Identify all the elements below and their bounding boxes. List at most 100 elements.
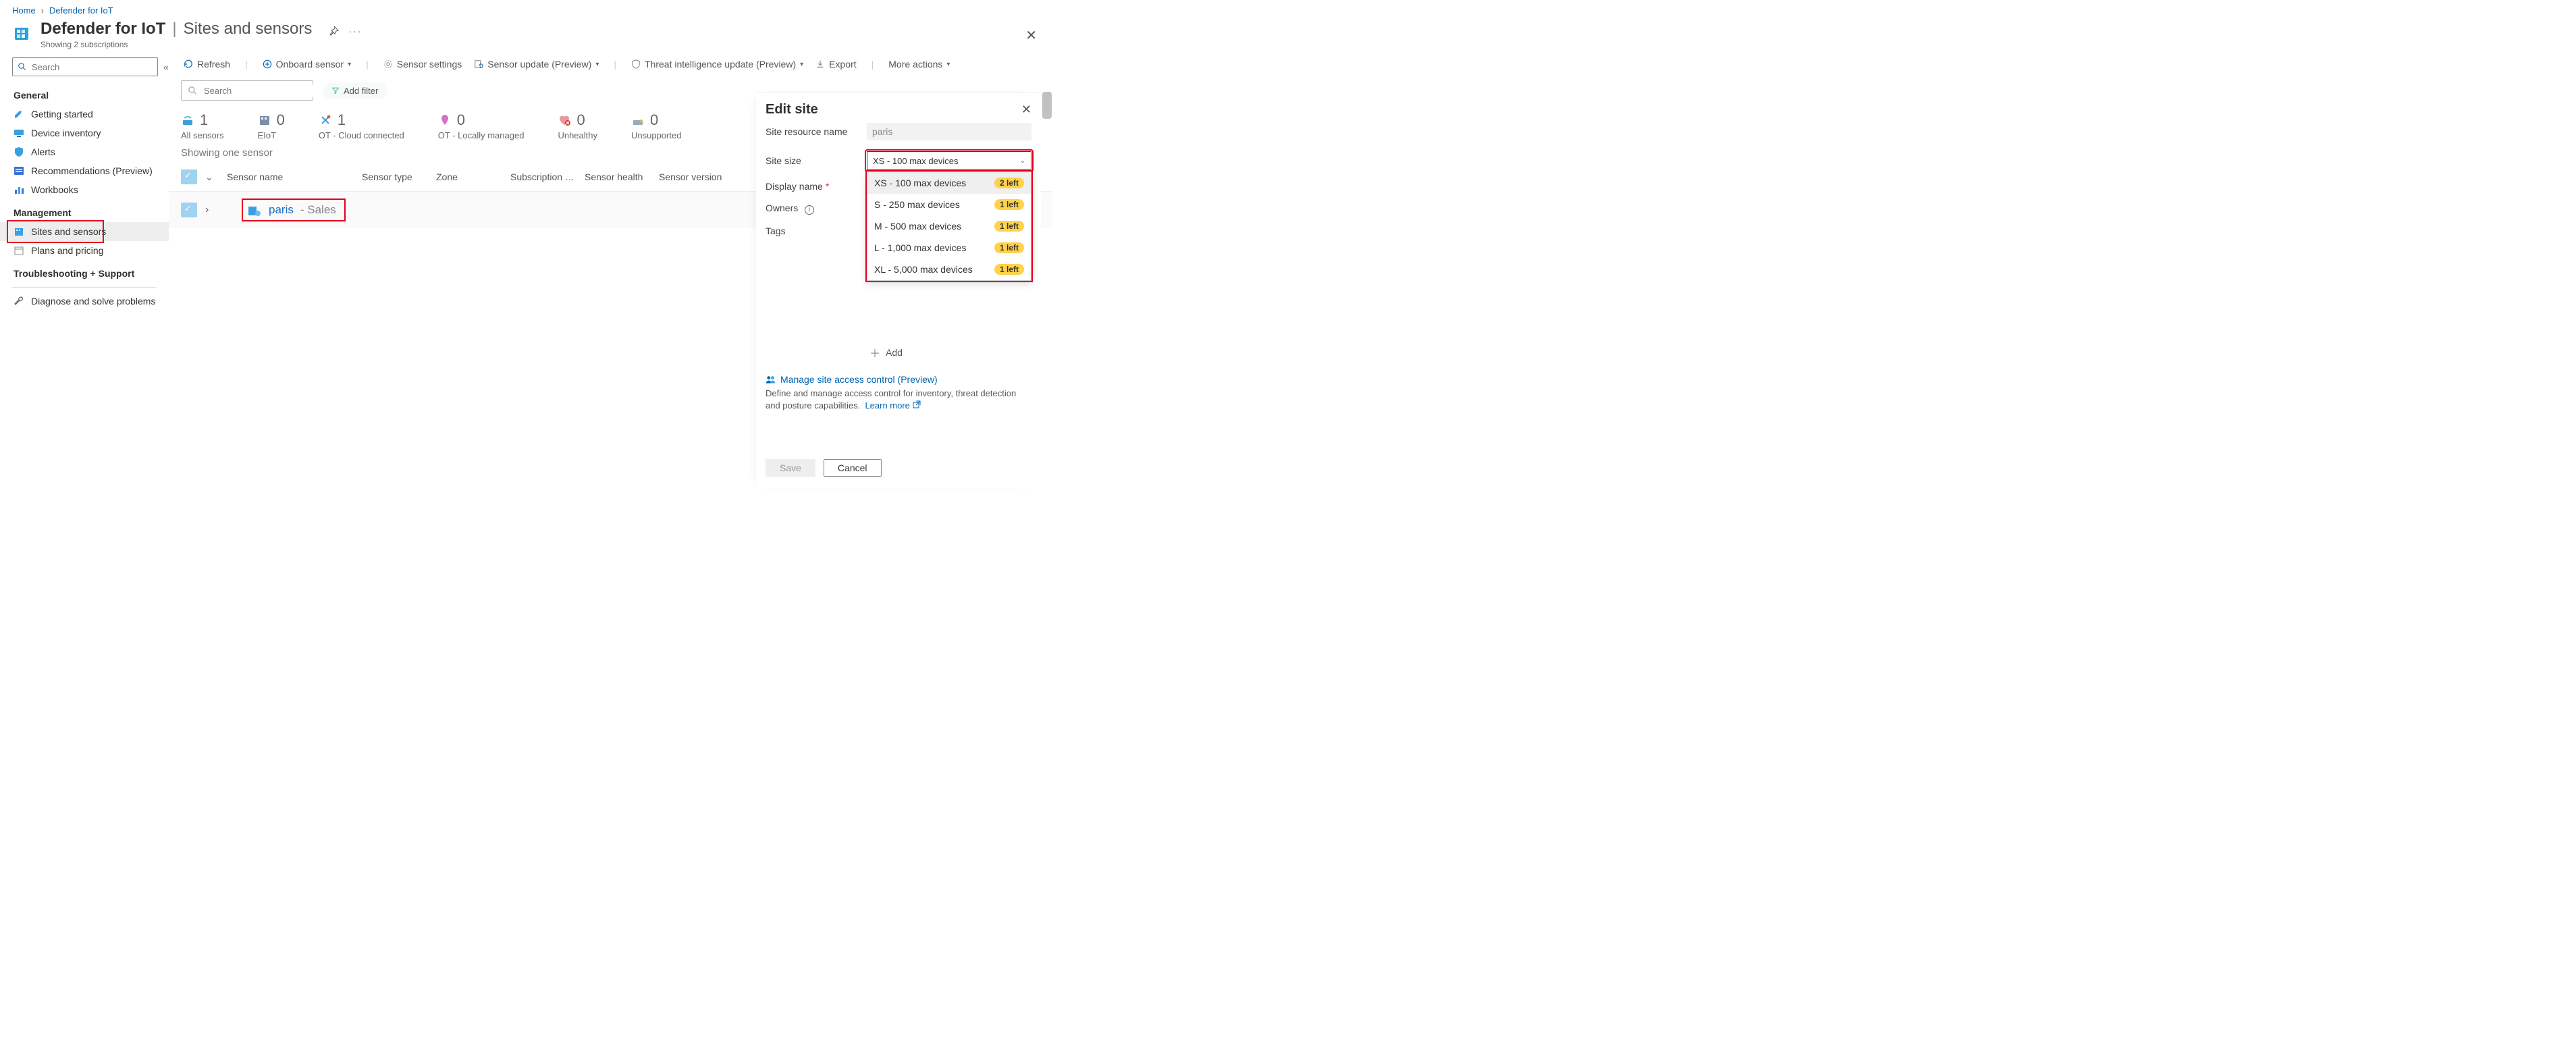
stat-all-sensors[interactable]: 1 All sensors xyxy=(181,111,224,140)
chevron-down-icon: ▾ xyxy=(595,61,599,68)
breadcrumb-home[interactable]: Home xyxy=(12,5,36,16)
sidebar-item-recommendations[interactable]: Recommendations (Preview) xyxy=(0,161,169,180)
add-label: Add xyxy=(886,347,903,358)
chevron-down-icon[interactable]: ⌄ xyxy=(205,171,220,183)
chevron-right-icon: › xyxy=(41,5,44,16)
chevron-right-icon[interactable]: › xyxy=(205,204,220,216)
close-icon[interactable]: ✕ xyxy=(1021,103,1031,117)
list-icon xyxy=(14,165,24,176)
sidebar-search-input[interactable] xyxy=(30,61,152,73)
divider: | xyxy=(866,59,880,70)
scrollbar-thumb[interactable] xyxy=(1042,92,1052,119)
breadcrumb-current[interactable]: Defender for IoT xyxy=(49,5,113,16)
close-icon[interactable]: ✕ xyxy=(1025,27,1037,44)
chevron-down-icon: ▾ xyxy=(800,61,803,68)
option-label: L - 1,000 max devices xyxy=(874,242,966,253)
column-sensor-type[interactable]: Sensor type xyxy=(362,171,436,182)
sidebar-item-diagnose[interactable]: Diagnose and solve problems xyxy=(0,292,169,311)
stat-value: 0 xyxy=(650,111,658,129)
external-link-icon xyxy=(913,400,921,408)
sidebar-item-plans-pricing[interactable]: Plans and pricing xyxy=(0,241,169,260)
save-button[interactable]: Save xyxy=(766,459,815,477)
manage-access-link[interactable]: Manage site access control (Preview) xyxy=(766,374,1031,385)
sidebar-item-alerts[interactable]: Alerts xyxy=(0,142,169,161)
main-search-input[interactable] xyxy=(203,85,324,97)
add-tag-button[interactable]: ＋ Add xyxy=(869,342,1031,363)
label-display-name: Display name* xyxy=(766,181,867,192)
column-zone[interactable]: Zone xyxy=(436,171,510,182)
option-badge: 1 left xyxy=(994,199,1024,210)
site-name-cell[interactable]: paris - Sales xyxy=(243,200,344,220)
sidebar-item-workbooks[interactable]: Workbooks xyxy=(0,180,169,199)
search-icon xyxy=(18,63,26,71)
sidebar-item-label: Recommendations (Preview) xyxy=(31,165,153,176)
stat-unhealthy[interactable]: 0 Unhealthy xyxy=(558,111,597,140)
device-icon xyxy=(14,128,24,138)
required-marker: * xyxy=(826,181,829,192)
learn-more-link[interactable]: Learn more xyxy=(865,400,909,410)
site-size-select[interactable]: XS - 100 max devices ⌄ xyxy=(867,151,1031,170)
divider: | xyxy=(360,59,374,70)
calendar-icon xyxy=(14,245,24,256)
site-subname: - Sales xyxy=(300,203,336,217)
toolbar-label: Export xyxy=(829,59,856,70)
toolbar-label: More actions xyxy=(888,59,942,70)
size-option-xs[interactable]: XS - 100 max devices 2 left xyxy=(867,172,1031,194)
stat-eiot[interactable]: 0 EIoT xyxy=(258,111,285,140)
chevron-down-icon: ⌄ xyxy=(1020,157,1025,165)
sensor-update-button[interactable]: Sensor update (Preview) ▾ xyxy=(471,57,601,71)
column-subscription[interactable]: Subscription … xyxy=(510,171,585,182)
access-description: Define and manage access control for inv… xyxy=(766,388,1031,412)
refresh-button[interactable]: Refresh xyxy=(181,57,233,71)
page-refresh-icon xyxy=(474,59,483,69)
chevron-down-icon: ▾ xyxy=(946,61,950,68)
onboard-sensor-button[interactable]: Onboard sensor ▾ xyxy=(260,57,354,71)
sidebar-item-device-inventory[interactable]: Device inventory xyxy=(0,124,169,142)
info-icon[interactable]: i xyxy=(805,205,814,215)
column-sensor-name[interactable]: Sensor name xyxy=(227,171,362,182)
people-icon xyxy=(766,375,776,384)
sensor-settings-button[interactable]: Sensor settings xyxy=(381,57,465,71)
size-option-s[interactable]: S - 250 max devices 1 left xyxy=(867,194,1031,215)
sidebar-item-label: Device inventory xyxy=(31,128,101,138)
ti-update-button[interactable]: Threat intelligence update (Preview) ▾ xyxy=(628,57,806,71)
site-icon xyxy=(247,203,262,217)
stat-value: 0 xyxy=(576,111,585,129)
collapse-sidebar-icon[interactable]: « xyxy=(163,61,169,72)
site-size-dropdown: XS - 100 max devices 2 left S - 250 max … xyxy=(867,171,1031,281)
stat-ot-local[interactable]: 0 OT - Locally managed xyxy=(438,111,525,140)
search-icon xyxy=(188,86,197,95)
column-health[interactable]: Sensor health xyxy=(585,171,659,182)
rocket-icon xyxy=(14,109,24,120)
select-all-checkbox[interactable] xyxy=(181,169,197,184)
size-option-l[interactable]: L - 1,000 max devices 1 left xyxy=(867,237,1031,259)
access-link-label[interactable]: Manage site access control (Preview) xyxy=(780,374,938,385)
export-button[interactable]: Export xyxy=(813,57,859,71)
stat-value: 0 xyxy=(457,111,465,129)
row-checkbox[interactable] xyxy=(181,203,197,217)
toolbar: Refresh | Onboard sensor ▾ | Sensor sett… xyxy=(169,52,1052,76)
sidebar-search[interactable] xyxy=(12,57,158,76)
more-icon[interactable]: ··· xyxy=(348,26,362,36)
resource-name-field: paris xyxy=(867,123,1031,140)
option-badge: 2 left xyxy=(994,178,1024,188)
stat-ot-cloud[interactable]: 1 OT - Cloud connected xyxy=(319,111,404,140)
more-actions-button[interactable]: More actions ▾ xyxy=(886,57,952,71)
option-label: XS - 100 max devices xyxy=(874,178,966,188)
cancel-button[interactable]: Cancel xyxy=(824,459,882,477)
main-search[interactable] xyxy=(181,80,313,101)
page-subtext: Showing 2 subscriptions xyxy=(41,40,362,49)
add-filter-button[interactable]: Add filter xyxy=(323,82,387,99)
option-badge: 1 left xyxy=(994,221,1024,232)
size-option-xl[interactable]: XL - 5,000 max devices 1 left xyxy=(867,259,1031,280)
column-version[interactable]: Sensor version xyxy=(659,171,733,182)
plus-icon: ＋ xyxy=(869,344,880,361)
label-text: Owners xyxy=(766,203,798,213)
sidebar-item-getting-started[interactable]: Getting started xyxy=(0,105,169,124)
filter-icon xyxy=(331,86,340,95)
label-resource-name: Site resource name xyxy=(766,126,867,137)
label-text: Display name xyxy=(766,181,823,192)
size-option-m[interactable]: M - 500 max devices 1 left xyxy=(867,215,1031,237)
pin-icon[interactable] xyxy=(328,26,339,36)
stat-unsupported[interactable]: 0 Unsupported xyxy=(631,111,681,140)
